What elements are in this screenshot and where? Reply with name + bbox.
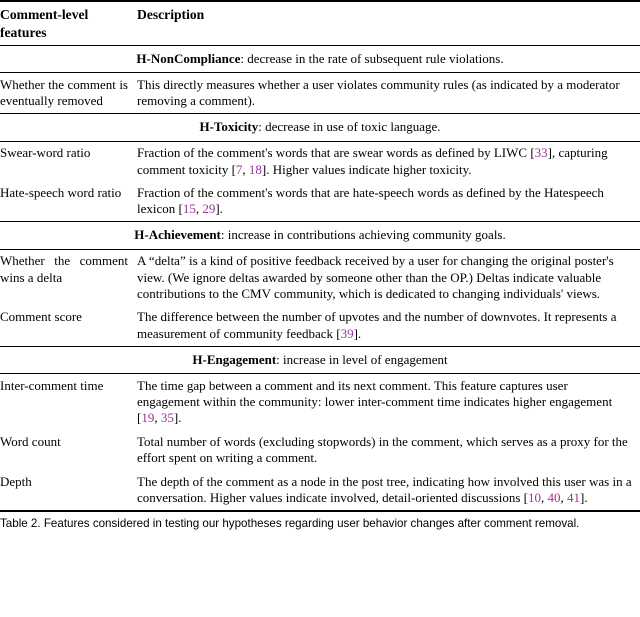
hypothesis-description: : increase in level of engagement <box>276 351 448 367</box>
caption-text: Features considered in testing our hypot… <box>43 516 580 530</box>
citation-ref[interactable]: 10 <box>528 490 541 505</box>
citation-ref[interactable]: 41 <box>567 490 580 505</box>
table-row: Hate-speech word ratio Fraction of the co… <box>0 181 640 221</box>
hypothesis-name: H-NonCompliance <box>136 51 241 66</box>
table-row: Whether the comment wins a delta A “delta… <box>0 248 640 306</box>
table-caption: Table 2. Features considered in testing … <box>0 512 634 531</box>
feature-name-cell: Hate-speech word ratio <box>0 184 122 200</box>
feature-name-cell: Comment score <box>0 309 82 325</box>
hypothesis-section-row: H-Achievement: increase in contributions… <box>0 221 640 250</box>
features-table: Comment-level features Description H-NonCo… <box>0 0 640 513</box>
citation-ref[interactable]: 29 <box>202 201 215 216</box>
table-row: Inter-comment time The time gap between a… <box>0 373 640 431</box>
feature-name-cell: Depth <box>0 473 32 489</box>
hypothesis-name: H-Achievement <box>134 227 221 243</box>
hypothesis-section-row: H-Toxicity: decrease in use of toxic lan… <box>0 113 640 142</box>
feature-name-cell: Swear-word ratio <box>0 140 137 182</box>
hypothesis-name: H-Toxicity <box>199 119 259 135</box>
citation-ref[interactable]: 39 <box>341 326 354 341</box>
citation-ref[interactable]: 19 <box>141 410 154 425</box>
feature-description-cell: Total number of words (excluding stopwor… <box>137 433 628 466</box>
column-header-feature: Comment-level features <box>0 0 137 46</box>
feature-description-cell: This directly measures whether a user vi… <box>137 72 640 114</box>
citation-ref[interactable]: 40 <box>547 490 560 505</box>
citation-ref[interactable]: 33 <box>535 145 548 160</box>
column-header-description: Description <box>137 0 640 46</box>
hypothesis-label: H-NonCompliance: decrease in the rate of… <box>0 44 640 73</box>
table-row: Whether the comment is eventually remove… <box>0 72 640 114</box>
feature-description-cell: A “delta” is a kind of positive feedback… <box>137 248 640 306</box>
hypothesis-description: : decrease in use of toxic language. <box>258 119 441 135</box>
feature-name-cell: Inter-comment time <box>0 373 137 431</box>
hypothesis-name: H-Engagement <box>192 351 277 367</box>
feature-description-cell: The depth of the comment as a node in th… <box>137 473 632 506</box>
citation-ref[interactable]: 15 <box>183 201 196 216</box>
feature-description-cell: Fraction of the comment's words that are… <box>137 184 604 217</box>
feature-description-cell: Fraction of the comment's words that are… <box>137 140 640 182</box>
table-row: Comment score The difference between the … <box>0 306 640 346</box>
feature-description-cell: The difference between the number of upv… <box>137 309 617 341</box>
hypothesis-section-row: H-Engagement: increase in level of engag… <box>0 345 640 374</box>
hypothesis-label: H-Engagement: increase in level of engag… <box>0 345 640 374</box>
table-row: Word count Total number of words (excludi… <box>0 430 640 470</box>
hypothesis-label: H-Toxicity: decrease in use of toxic lan… <box>0 113 640 142</box>
citation-ref[interactable]: 35 <box>161 410 174 425</box>
caption-label: Table 2. <box>0 516 41 530</box>
table-row: Depth The depth of the comment as a node … <box>0 470 640 511</box>
table-figure: Comment-level features Description H-NonCo… <box>0 0 640 531</box>
hypothesis-description: : increase in contributions achieving co… <box>220 227 506 243</box>
hypothesis-description: : decrease in the rate of subsequent rul… <box>240 51 504 66</box>
hypothesis-section-row: H-NonCompliance: decrease in the rate of… <box>0 44 640 73</box>
feature-name-cell: Whether the comment is eventually remove… <box>0 72 137 114</box>
feature-name-cell: Whether the comment wins a delta <box>0 248 137 306</box>
citation-ref[interactable]: 18 <box>249 162 262 177</box>
table-row: Swear-word ratio Fraction of the comment'… <box>0 140 640 182</box>
hypothesis-label: H-Achievement: increase in contributions… <box>0 221 640 250</box>
feature-description-cell: The time gap between a comment and its n… <box>137 373 640 431</box>
feature-name-cell: Word count <box>0 433 61 449</box>
table-header-row: Comment-level features Description <box>0 0 640 46</box>
